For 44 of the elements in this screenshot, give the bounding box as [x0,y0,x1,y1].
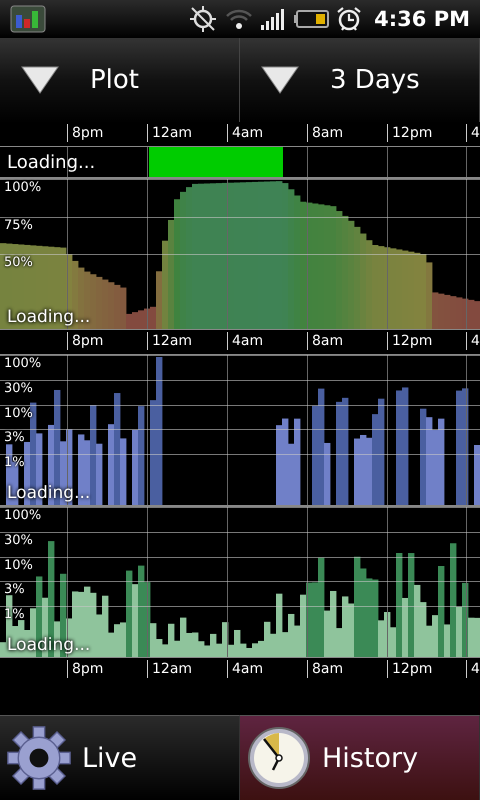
y-axis-label: 10% [4,558,33,572]
time-tick-label: 8pm [67,660,104,678]
dropdown-button[interactable]: Plot [0,38,240,122]
y-axis-label: 3% [4,582,25,598]
time-tick-label: 8pm [67,124,104,142]
time-tick-label: 8am [307,332,344,350]
time-tick-label: 12am [147,660,192,678]
time-tick-label: 4am [227,124,264,142]
y-axis-label: 50% [4,255,33,270]
time-tick-label: 4 [466,660,480,678]
tab[interactable]: Live [0,715,240,800]
y-axis-label: 100% [4,180,42,195]
y-axis-label: 3% [4,430,25,446]
tab[interactable]: History [240,715,480,800]
loading-status: Loading... [7,307,90,327]
time-tick-label: 4 [466,124,480,142]
time-tick-label: 12am [147,124,192,142]
dropdown-arrow-icon [260,65,300,95]
clock-time: 4:36 PM [374,7,470,31]
alarm-clock-icon [336,6,362,32]
gps-off-icon [188,4,218,34]
y-axis-label: 100% [4,356,42,371]
wifi-icon [224,7,254,31]
time-tick-label: 12pm [387,124,432,142]
y-axis-label: 30% [4,532,33,548]
loading-status: Loading... [7,152,96,173]
y-axis-label: 30% [4,380,33,396]
time-tick-label: 12pm [387,660,432,678]
time-tick-label: 8am [307,660,344,678]
dropdown-arrow-icon [20,65,60,95]
time-tick-label: 8am [307,124,344,142]
time-tick-label: 12am [147,332,192,350]
battery-icon [294,10,330,28]
dropdown-button[interactable]: 3 Days [240,38,480,122]
time-tick-label: 12pm [387,332,432,350]
time-tick-label: 4 [466,332,480,350]
time-tick-label: 4am [227,660,264,678]
time-tick-label: 8pm [67,332,104,350]
y-axis-label: 100% [4,508,42,523]
time-tick-label: 4am [227,332,264,350]
y-axis-label: 75% [4,218,33,232]
bar-chart-app-icon [10,5,46,33]
gear-icon [6,725,72,791]
clock-icon [246,725,312,791]
